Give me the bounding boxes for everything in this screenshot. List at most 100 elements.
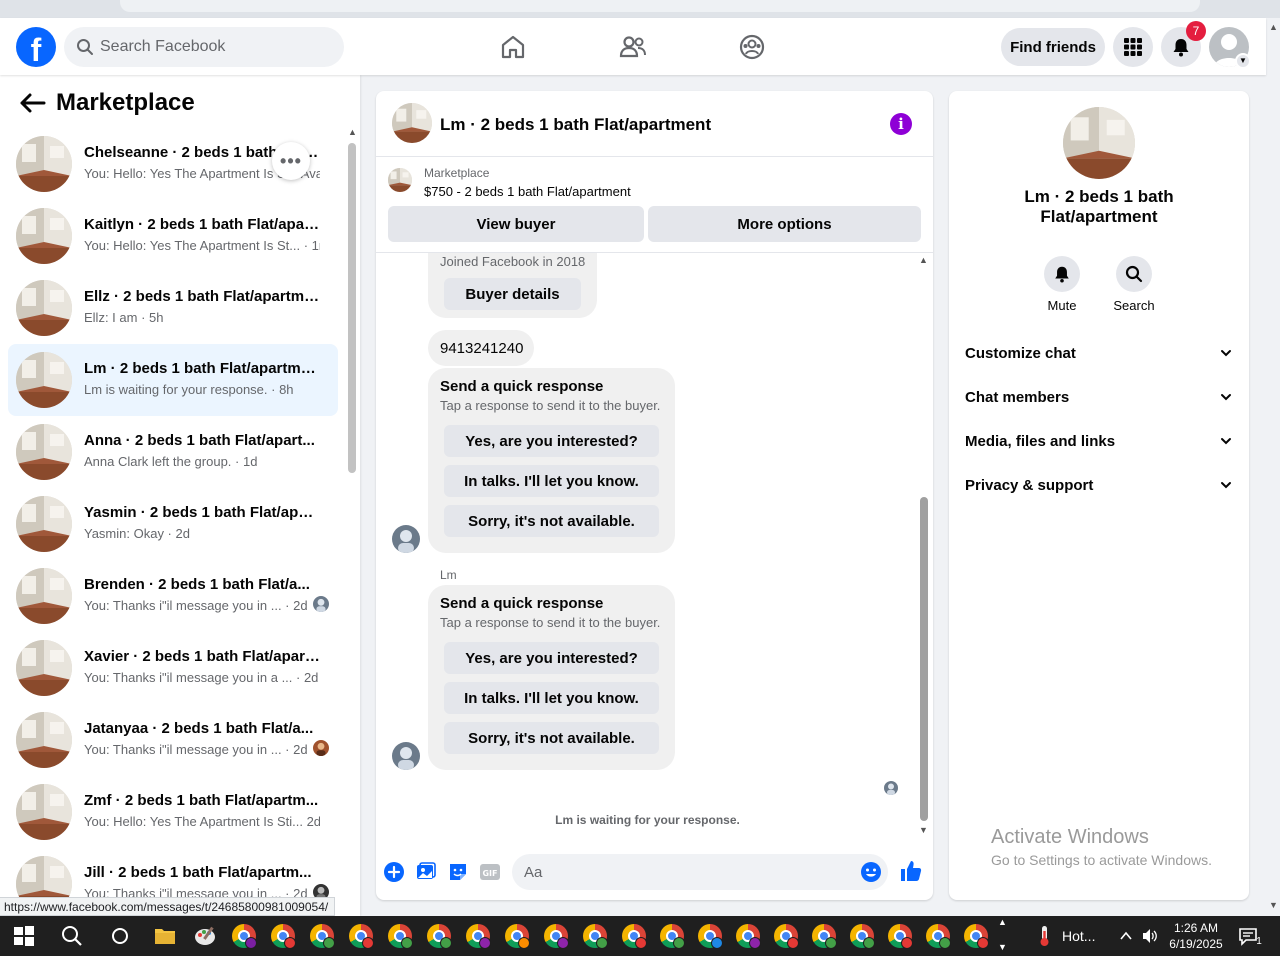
friends-icon[interactable] [618,32,648,62]
chat-list-item[interactable]: Xavier · 2 beds 1 bath Flat/apart... You… [8,632,338,704]
weather-label[interactable]: Hot... [1062,928,1095,944]
profile-badge-icon [635,937,647,949]
scroll-up-icon[interactable]: ▲ [919,255,928,265]
bell-icon [1173,39,1189,57]
chevron-up-icon[interactable] [1119,929,1133,943]
chat-name: Xavier · 2 beds 1 bath Flat/apart... [84,648,320,665]
scrollbar-thumb[interactable] [348,143,356,473]
more-options-icon[interactable]: ••• [272,142,310,180]
conversation-title[interactable]: Lm · 2 beds 1 bath Flat/apartment [440,115,711,135]
scroll-up-icon[interactable]: ▲ [1269,22,1278,32]
file-explorer-icon[interactable] [153,924,177,948]
sender-avatar[interactable] [392,525,420,553]
listing-thumbnail-large[interactable] [1063,107,1135,179]
search-input[interactable] [100,27,330,67]
message-input[interactable] [524,854,844,890]
thermometer-icon[interactable] [1032,924,1056,948]
search-box[interactable] [64,27,344,67]
listing-thumbnail [16,496,72,552]
quick-response-option[interactable]: Yes, are you interested? [444,425,659,457]
groups-icon[interactable] [737,32,767,62]
home-icon[interactable] [498,32,528,62]
message-input-box[interactable] [512,854,888,890]
info-listing-name: Lm · 2 beds 1 bath Flat/apartment [1024,187,1174,226]
search-icon[interactable] [60,924,84,948]
photo-icon[interactable] [415,861,437,883]
chat-list-item[interactable]: Ellz · 2 beds 1 bath Flat/apartment Ellz… [8,272,338,344]
section-customize-chat[interactable]: Customize chat [957,331,1241,375]
chevron-down-icon[interactable]: ▼ [1235,53,1251,69]
profile-badge-icon [323,937,335,949]
windows-start-icon[interactable] [12,924,36,948]
sticker-icon[interactable] [447,861,469,883]
view-buyer-button[interactable]: View buyer [388,206,644,242]
thumbs-up-icon[interactable] [899,859,923,883]
more-options-button[interactable]: More options [648,206,921,242]
chat-list-item[interactable]: Anna · 2 beds 1 bath Flat/apart... Anna … [8,416,338,488]
activate-windows-watermark: Activate Windows Go to Settings to activ… [991,826,1212,868]
facebook-logo[interactable]: f [16,27,56,67]
action-center-badge: 1 [1256,936,1262,947]
chat-list-item-active[interactable]: Lm · 2 beds 1 bath Flat/apartment Lm is … [8,344,338,416]
conversation-scrollbar[interactable]: ▲ ▼ [917,253,929,838]
listing-thumbnail [16,784,72,840]
menu-button[interactable] [1113,27,1153,67]
listing-source-label: Marketplace [424,166,490,180]
gif-icon[interactable]: GIF [479,861,501,883]
section-privacy-support[interactable]: Privacy & support [957,463,1241,507]
chat-name: Yasmin · 2 beds 1 bath Flat/apart... [84,504,320,521]
quick-response-card: Send a quick response Tap a response to … [428,585,675,770]
profile-badge-icon [901,937,913,949]
profile-badge-icon [518,937,530,949]
svg-text:GIF: GIF [482,869,497,878]
chat-list-item[interactable]: Jatanyaa · 2 beds 1 bath Flat/a... You: … [8,704,338,776]
section-media-files-links[interactable]: Media, files and links [957,419,1241,463]
chat-name: Kaitlyn · 2 beds 1 bath Flat/apart... [84,216,320,233]
paint-app-icon[interactable] [193,924,217,948]
joined-facebook-text: Joined Facebook in 2018 [440,254,586,269]
chat-list-item[interactable]: Chelseanne · 2 beds 1 bath Flat/apartmen… [8,128,338,200]
scroll-down-icon[interactable]: ▼ [919,825,928,835]
message-bubble: 9413241240 [428,330,534,366]
taskbar-scroll-up-icon[interactable]: ▲ [998,917,1007,927]
section-chat-members[interactable]: Chat members [957,375,1241,419]
quick-response-subtitle: Tap a response to send it to the buyer. [440,615,661,630]
sender-avatar[interactable] [392,742,420,770]
system-clock[interactable]: 1:26 AM 6/19/2025 [1160,920,1232,952]
scroll-down-icon[interactable]: ▼ [1269,900,1278,910]
sidebar-scrollbar[interactable]: ▲ [346,127,357,916]
quick-response-option[interactable]: Yes, are you interested? [444,642,659,674]
chat-list-item[interactable]: Yasmin · 2 beds 1 bath Flat/apart... Yas… [8,488,338,560]
find-friends-button[interactable]: Find friends [1001,28,1105,66]
volume-icon[interactable] [1141,927,1159,945]
quick-response-option[interactable]: Sorry, it's not available. [444,505,659,537]
browser-address-bar[interactable] [120,0,1200,12]
chat-list-item[interactable]: Brenden · 2 beds 1 bath Flat/a... You: T… [8,560,338,632]
page-scrollbar[interactable]: ▲ ▼ [1266,18,1280,916]
emoji-icon[interactable] [860,861,882,883]
plus-circle-icon[interactable] [383,861,405,883]
task-view-icon[interactable] [108,924,132,948]
listing-bar: Marketplace $750 - 2 beds 1 bath Flat/ap… [376,157,933,253]
quick-response-option[interactable]: In talks. I'll let you know. [444,465,659,497]
scrollbar-thumb[interactable] [920,497,928,821]
taskbar-scroll-down-icon[interactable]: ▼ [998,942,1007,952]
scroll-up-icon[interactable]: ▲ [348,127,357,137]
listing-thumbnail[interactable] [392,103,432,143]
search-icon [1125,265,1143,283]
profile-badge-icon [711,937,723,949]
quick-response-option[interactable]: In talks. I'll let you know. [444,682,659,714]
info-icon[interactable]: i [890,113,912,135]
mute-action[interactable]: Mute [1032,256,1092,313]
listing-description[interactable]: $750 - 2 beds 1 bath Flat/apartment [424,184,631,199]
chat-list-item[interactable]: Zmf · 2 beds 1 bath Flat/apartm... You: … [8,776,338,848]
buyer-details-button[interactable]: Buyer details [444,278,581,310]
section-label: Customize chat [965,345,1076,362]
quick-response-option[interactable]: Sorry, it's not available. [444,722,659,754]
chevron-down-icon [1221,350,1231,357]
chat-list-item[interactable]: Kaitlyn · 2 beds 1 bath Flat/apart... Yo… [8,200,338,272]
back-arrow-icon[interactable] [16,91,48,115]
chat-name: Jatanyaa · 2 beds 1 bath Flat/a... [84,720,314,737]
search-action[interactable]: Search [1104,256,1164,313]
quick-response-subtitle: Tap a response to send it to the buyer. [440,398,661,413]
